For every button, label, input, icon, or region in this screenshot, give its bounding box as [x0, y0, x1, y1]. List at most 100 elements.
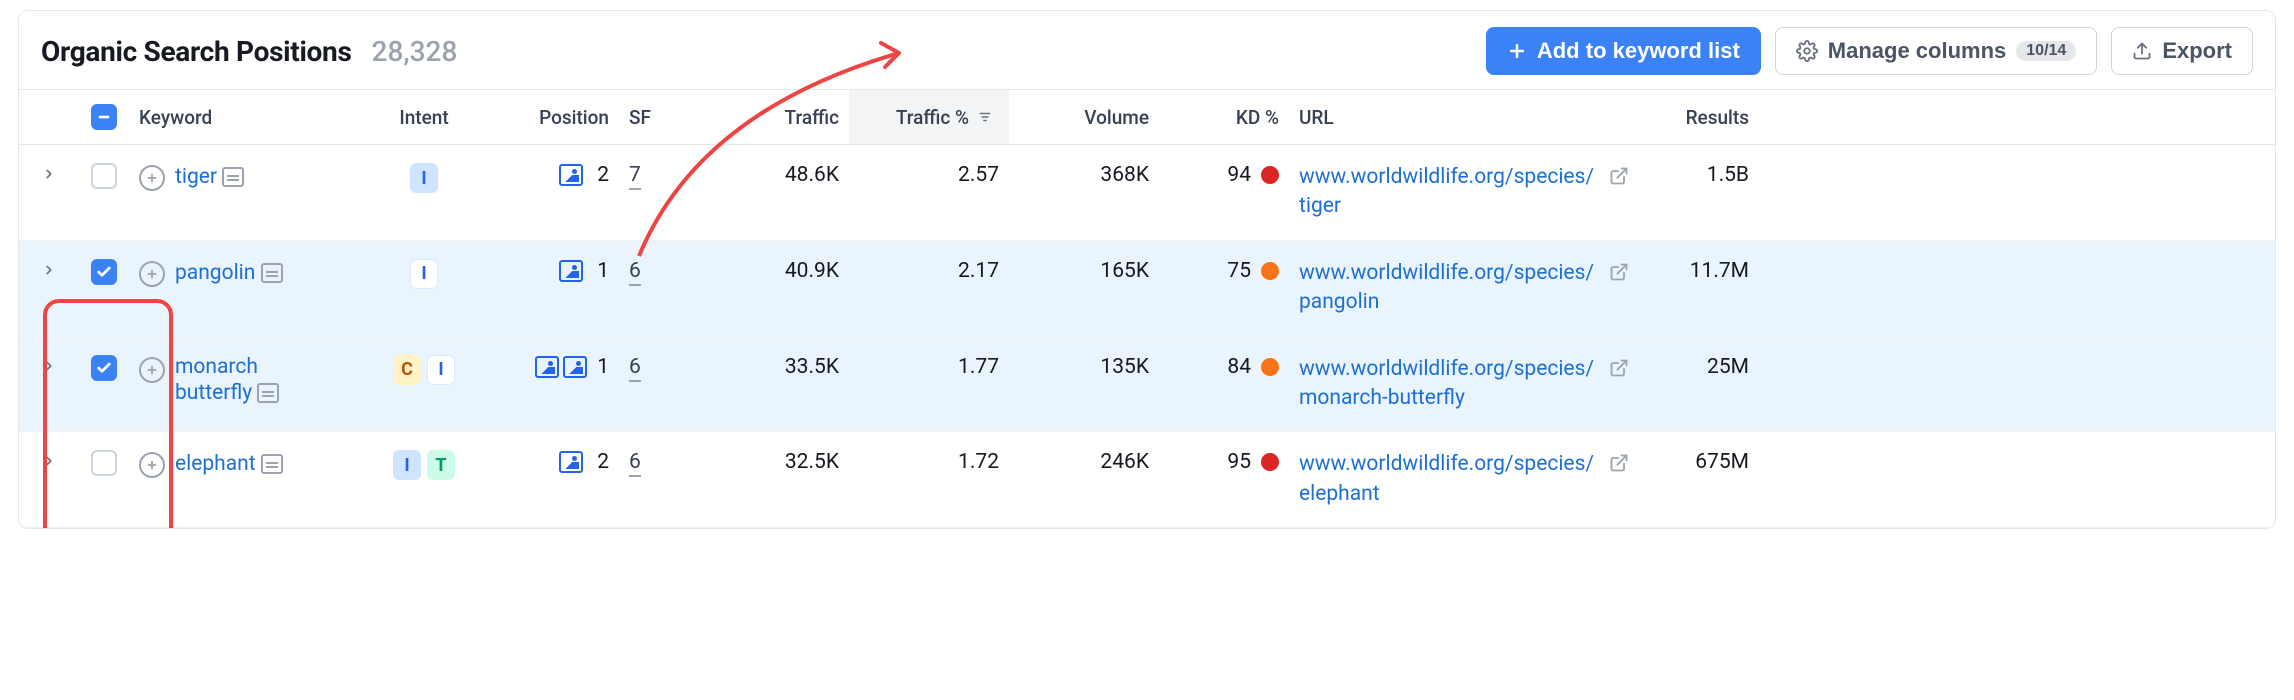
- position-value: 2: [597, 450, 609, 474]
- col-volume[interactable]: Volume: [1009, 106, 1159, 129]
- add-keyword-icon[interactable]: [139, 261, 165, 287]
- table-body: tiger I2748.6K2.57368K94www.worldwildlif…: [19, 145, 2275, 528]
- expand-row-button[interactable]: [19, 355, 79, 373]
- traffic-pct-value: 2.17: [849, 259, 1009, 283]
- sort-desc-icon: [977, 106, 993, 129]
- chevron-right-icon: [42, 263, 56, 277]
- sf-value[interactable]: 6: [629, 450, 641, 477]
- traffic-value: 33.5K: [689, 355, 849, 379]
- kd-difficulty-dot: [1261, 358, 1279, 376]
- columns-count-badge: 10/14: [2016, 41, 2076, 61]
- organic-positions-panel: Organic Search Positions 28,328 Add to k…: [18, 10, 2276, 529]
- manage-columns-button[interactable]: Manage columns 10/14: [1775, 27, 2098, 75]
- url-link[interactable]: www.worldwildlife.org/species/pangolin: [1299, 259, 1599, 318]
- chevron-right-icon: [42, 359, 56, 373]
- col-results[interactable]: Results: [1639, 106, 1759, 129]
- volume-value: 165K: [1009, 259, 1159, 283]
- keyword-link[interactable]: pangolin: [175, 261, 255, 285]
- traffic-value: 48.6K: [689, 163, 849, 187]
- traffic-pct-value: 1.77: [849, 355, 1009, 379]
- row-checkbox[interactable]: [91, 450, 117, 476]
- serp-feature-image-icon: [559, 164, 583, 186]
- intent-badge-I: I: [393, 450, 421, 480]
- add-keyword-icon[interactable]: [139, 165, 165, 191]
- row-checkbox[interactable]: [91, 259, 117, 285]
- chevron-right-icon: [42, 167, 56, 181]
- serp-feature-image-icon: [559, 260, 583, 282]
- row-checkbox[interactable]: [91, 355, 117, 381]
- keyword-link[interactable]: tiger: [175, 165, 217, 189]
- manage-columns-label: Manage columns: [1828, 40, 2006, 62]
- add-to-keyword-list-label: Add to keyword list: [1537, 40, 1740, 62]
- expand-row-button[interactable]: [19, 450, 79, 468]
- results-value: 1.5B: [1639, 163, 1759, 187]
- external-link-icon[interactable]: [1609, 453, 1629, 479]
- chevron-right-icon: [42, 454, 56, 468]
- table-header: Keyword Intent Position SF Traffic Traff…: [19, 89, 2275, 145]
- volume-value: 368K: [1009, 163, 1159, 187]
- position-value: 1: [597, 355, 609, 379]
- sf-value[interactable]: 7: [629, 163, 641, 190]
- col-url[interactable]: URL: [1289, 106, 1639, 129]
- url-link[interactable]: www.worldwildlife.org/species/monarch-bu…: [1299, 355, 1599, 414]
- export-button[interactable]: Export: [2111, 27, 2253, 75]
- serp-icon[interactable]: [222, 167, 244, 187]
- external-link-icon[interactable]: [1609, 358, 1629, 384]
- intent-badge-I: I: [427, 355, 455, 385]
- add-to-keyword-list-button[interactable]: Add to keyword list: [1486, 27, 1761, 75]
- traffic-value: 40.9K: [689, 259, 849, 283]
- col-position[interactable]: Position: [499, 106, 619, 129]
- table-row: pangolin I1640.9K2.17165K75www.worldwild…: [19, 241, 2275, 337]
- col-keyword[interactable]: Keyword: [129, 106, 349, 129]
- col-kd[interactable]: KD %: [1159, 106, 1289, 129]
- kd-value: 95: [1227, 450, 1251, 474]
- kd-value: 75: [1227, 259, 1251, 283]
- intent-badge-I: I: [410, 163, 438, 193]
- position-value: 2: [597, 163, 609, 187]
- expand-row-button[interactable]: [19, 163, 79, 181]
- kd-value: 84: [1227, 355, 1251, 379]
- traffic-pct-value: 1.72: [849, 450, 1009, 474]
- sf-value[interactable]: 6: [629, 355, 641, 382]
- sf-value[interactable]: 6: [629, 259, 641, 286]
- keyword-link[interactable]: monarch butterfly: [175, 355, 258, 405]
- kd-value: 94: [1227, 163, 1251, 187]
- panel-title: Organic Search Positions: [41, 35, 352, 68]
- plus-icon: [1507, 41, 1527, 61]
- traffic-pct-value: 2.57: [849, 163, 1009, 187]
- col-traffic-pct[interactable]: Traffic %: [849, 90, 1009, 144]
- traffic-value: 32.5K: [689, 450, 849, 474]
- col-traffic[interactable]: Traffic: [689, 106, 849, 129]
- url-link[interactable]: www.worldwildlife.org/species/elephant: [1299, 450, 1599, 509]
- serp-feature-image-icon: [563, 356, 587, 378]
- results-value: 675M: [1639, 450, 1759, 474]
- intent-badge-C: C: [393, 355, 421, 385]
- serp-icon[interactable]: [257, 383, 279, 403]
- results-value: 25M: [1639, 355, 1759, 379]
- keyword-link[interactable]: elephant: [175, 452, 256, 476]
- row-checkbox[interactable]: [91, 163, 117, 189]
- external-link-icon[interactable]: [1609, 262, 1629, 288]
- toolbar: Organic Search Positions 28,328 Add to k…: [19, 11, 2275, 89]
- expand-row-button[interactable]: [19, 259, 79, 277]
- table-row: tiger I 27 48.6K2.57368K 94 www.worldwildlif…: [19, 145, 2275, 241]
- gear-icon: [1796, 40, 1818, 62]
- serp-icon[interactable]: [261, 454, 283, 474]
- select-all-checkbox[interactable]: [91, 104, 117, 130]
- results-value: 11.7M: [1639, 259, 1759, 283]
- url-link[interactable]: www.worldwildlife.org/species/tiger: [1299, 163, 1599, 222]
- export-icon: [2132, 41, 2152, 61]
- volume-value: 246K: [1009, 450, 1159, 474]
- serp-icon[interactable]: [261, 263, 283, 283]
- table-row: monarch butterfly CI 16 33.5K1.77135K 84 www…: [19, 337, 2275, 433]
- serp-feature-image-icon: [559, 451, 583, 473]
- add-keyword-icon[interactable]: [139, 452, 165, 478]
- panel-count: 28,328: [372, 35, 458, 68]
- add-keyword-icon[interactable]: [139, 357, 165, 383]
- table-row: elephant IT2632.5K1.72246K95www.worldwil…: [19, 432, 2275, 528]
- volume-value: 135K: [1009, 355, 1159, 379]
- col-intent[interactable]: Intent: [349, 106, 499, 129]
- col-sf[interactable]: SF: [619, 106, 689, 129]
- external-link-icon[interactable]: [1609, 166, 1629, 192]
- intent-badge-I: I: [410, 259, 438, 289]
